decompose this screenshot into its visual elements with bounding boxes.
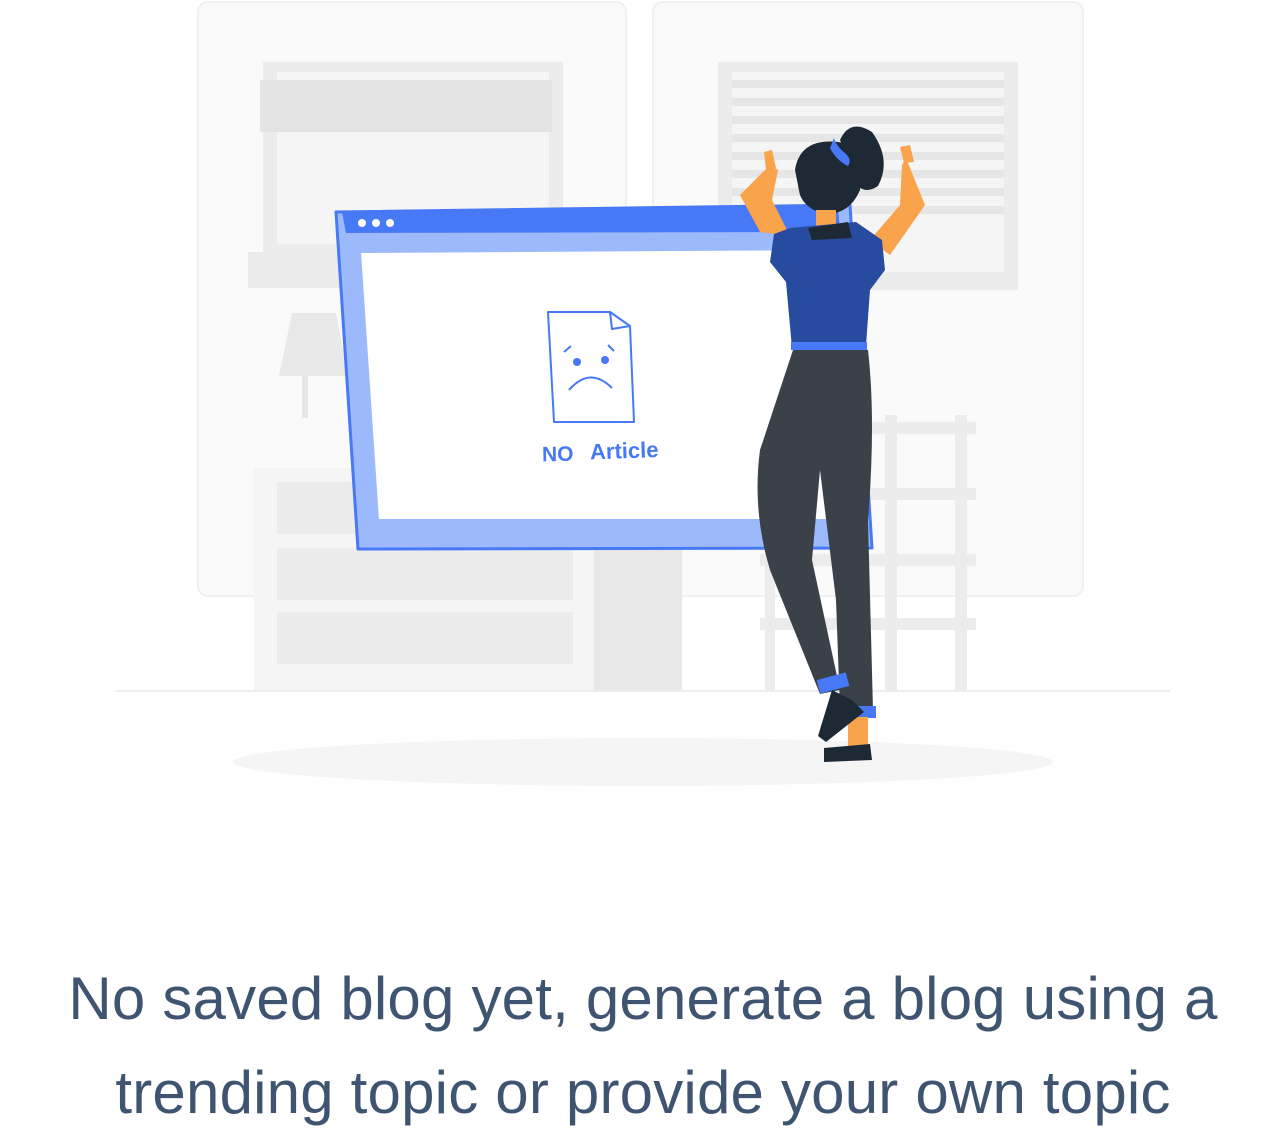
empty-state-line-2: trending topic or provide your own topic (115, 1059, 1171, 1126)
no-article-label-no: NO (542, 443, 574, 467)
no-article-illustration: NO Article (115, 1, 1170, 786)
no-article-label-article: Article (590, 437, 659, 464)
sad-document-icon (547, 311, 635, 423)
empty-state-message: No saved blog yet, generate a blog using… (20, 952, 1266, 1140)
empty-state-line-1: No saved blog yet, generate a blog using… (68, 965, 1218, 1032)
